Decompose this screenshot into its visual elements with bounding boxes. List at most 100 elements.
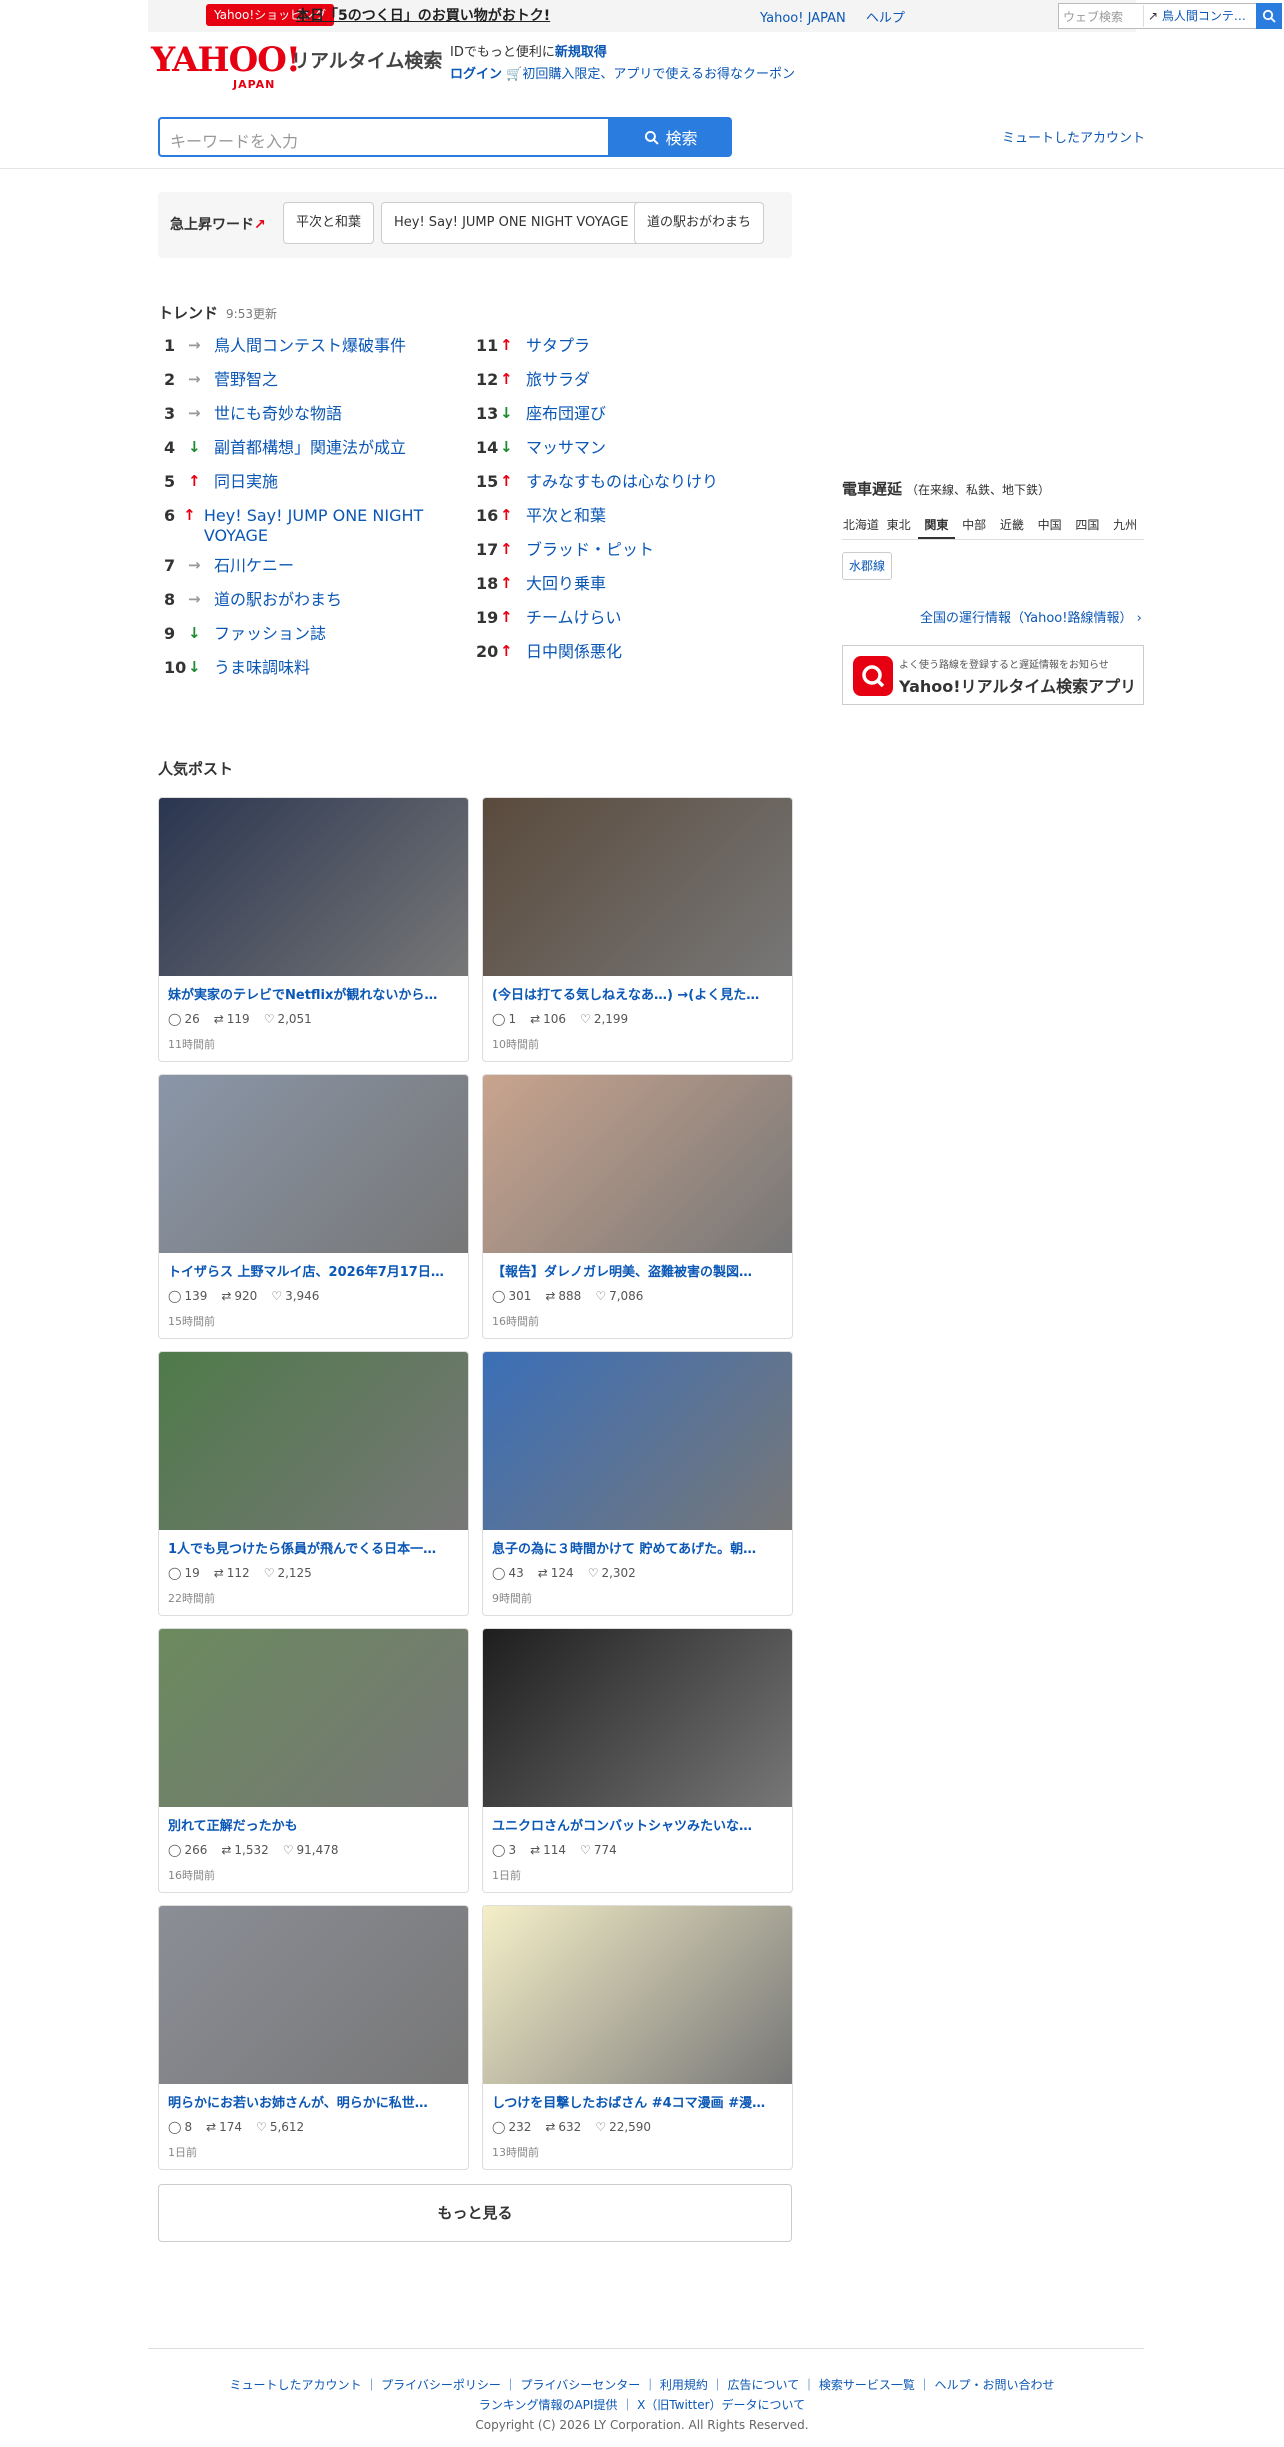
like-count[interactable]: ♡ 22,590 — [595, 2120, 651, 2134]
more-button[interactable]: もっと見る — [158, 2184, 792, 2242]
like-count[interactable]: ♡ 5,612 — [256, 2120, 304, 2134]
repost-count[interactable]: ⇄ 888 — [545, 1289, 581, 1303]
post-card[interactable]: トイザらス 上野マルイ店、2026年7月17日… ◯ 139 ⇄ 920 ♡ 3,946 15… — [158, 1074, 469, 1339]
trend-item[interactable]: 3 → 世にも奇妙な物語 — [164, 404, 434, 434]
trend-word[interactable]: ブラッド・ピット — [526, 540, 654, 560]
trend-word[interactable]: 平次と和葉 — [526, 506, 606, 526]
repost-count[interactable]: ⇄ 124 — [538, 1566, 574, 1580]
rising-chip[interactable]: 平次と和葉 — [283, 202, 375, 244]
trend-item[interactable]: 19 ↑ チームけらい — [476, 608, 796, 638]
trend-word[interactable]: サタプラ — [526, 336, 590, 356]
post-card[interactable]: 息子の為に３時間かけて 貯めてあげた。朝… ◯ 43 ⇄ 124 ♡ 2,302 9時間前 — [482, 1351, 793, 1616]
trend-word[interactable]: 座布団運び — [526, 404, 606, 424]
reply-count[interactable]: ◯ 1 — [492, 1012, 516, 1026]
rail-info-link[interactable]: 全国の運行情報（Yahoo!路線情報） › — [920, 607, 1142, 626]
repost-count[interactable]: ⇄ 632 — [545, 2120, 581, 2134]
trend-word[interactable]: マッサマン — [526, 438, 606, 458]
footer-links-2[interactable]: ランキング情報のAPI提供 ｜ X（旧Twitter）データについて — [0, 2395, 1284, 2415]
tab-region[interactable]: 北海道 — [842, 512, 880, 539]
trend-item[interactable]: 18 ↑ 大回り乗車 — [476, 574, 796, 604]
like-count[interactable]: ♡ 2,302 — [588, 1566, 636, 1580]
like-count[interactable]: ♡ 7,086 — [595, 1289, 643, 1303]
trend-word[interactable]: 世にも奇妙な物語 — [214, 404, 342, 424]
post-image[interactable] — [483, 1629, 792, 1807]
like-count[interactable]: ♡ 2,125 — [264, 1566, 312, 1580]
reply-count[interactable]: ◯ 8 — [168, 2120, 192, 2134]
like-count[interactable]: ♡ 91,478 — [283, 1843, 339, 1857]
footer-links[interactable]: ミュートしたアカウント ｜ プライバシーポリシー ｜ プライバシーセンター ｜ … — [0, 2375, 1284, 2395]
trend-word[interactable]: 副首都構想」関連法が成立 — [214, 438, 406, 458]
trend-item[interactable]: 13 ↓ 座布団運び — [476, 404, 796, 434]
like-count[interactable]: ♡ 774 — [580, 1843, 617, 1857]
post-title[interactable]: (今日は打てる気しねえなあ…) →(よく見た… — [492, 984, 782, 1003]
like-count[interactable]: ♡ 3,946 — [271, 1289, 319, 1303]
trend-word[interactable]: 石川ケニー — [214, 556, 294, 576]
yahoo-japan-link[interactable]: Yahoo! JAPAN — [760, 11, 846, 26]
tab-region[interactable]: 中国 — [1031, 512, 1069, 539]
post-card[interactable]: 1人でも見つけたら係員が飛んでくる日本一… ◯ 19 ⇄ 112 ♡ 2,125 22時間前 — [158, 1351, 469, 1616]
app-banner[interactable]: よく使う路線を登録すると遅延情報をお知らせ Yahoo!リアルタイム検索アプリ — [842, 645, 1144, 705]
repost-count[interactable]: ⇄ 114 — [530, 1843, 566, 1857]
post-title[interactable]: 妹が実家のテレビでNetflixが観れないから… — [168, 984, 458, 1003]
trend-item[interactable]: 7 → 石川ケニー — [164, 556, 434, 586]
web-search-button[interactable] — [1256, 3, 1282, 29]
like-count[interactable]: ♡ 2,199 — [580, 1012, 628, 1026]
trend-word[interactable]: 道の駅おがわまち — [214, 590, 342, 610]
like-count[interactable]: ♡ 2,051 — [264, 1012, 312, 1026]
trend-item[interactable]: 11 ↑ サタプラ — [476, 336, 796, 366]
trend-item[interactable]: 5 ↑ 同日実施 — [164, 472, 434, 502]
post-card[interactable]: 別れて正解だったかも ◯ 266 ⇄ 1,532 ♡ 91,478 16時間前 — [158, 1628, 469, 1893]
trend-item[interactable]: 14 ↓ マッサマン — [476, 438, 796, 468]
trend-word[interactable]: 日中関係悪化 — [526, 642, 622, 662]
rising-chip[interactable]: Hey! Say! JUMP ONE NIGHT VOYAGE — [381, 202, 642, 244]
post-card[interactable]: しつけを目撃したおばさん #4コマ漫画 #漫… ◯ 232 ⇄ 632 ♡ 22,590 13… — [482, 1905, 793, 2170]
post-title[interactable]: 別れて正解だったかも — [168, 1815, 458, 1834]
trend-item[interactable]: 16 ↑ 平次と和葉 — [476, 506, 796, 536]
post-image[interactable] — [159, 1906, 468, 2084]
post-title[interactable]: ユニクロさんがコンバットシャツみたいな… — [492, 1815, 782, 1834]
trend-item[interactable]: 8 → 道の駅おがわまち — [164, 590, 434, 620]
tab-region-active[interactable]: 関東 — [917, 512, 956, 539]
reply-count[interactable]: ◯ 139 — [168, 1289, 207, 1303]
trend-item[interactable]: 15 ↑ すみなすものは心なりけり — [476, 472, 796, 502]
trend-item[interactable]: 2 → 菅野智之 — [164, 370, 434, 400]
post-title[interactable]: 1人でも見つけたら係員が飛んでくる日本一… — [168, 1538, 458, 1557]
repost-count[interactable]: ⇄ 119 — [214, 1012, 250, 1026]
yahoo-logo[interactable]: YAHOO! JAPAN リアルタイム検索 — [151, 40, 442, 91]
muted-accounts-link[interactable]: ミュートしたアカウント — [1002, 127, 1145, 146]
post-card[interactable]: (今日は打てる気しねえなあ…) →(よく見た… ◯ 1 ⇄ 106 ♡ 2,199 10時間前 — [482, 797, 793, 1062]
signup-link[interactable]: 新規取得 — [555, 45, 607, 60]
tab-region[interactable]: 東北 — [880, 512, 918, 539]
trend-item[interactable]: 1 → 鳥人間コンテスト爆破事件 — [164, 336, 434, 366]
tab-region[interactable]: 四国 — [1069, 512, 1107, 539]
trend-word[interactable]: チームけらい — [526, 608, 622, 628]
repost-count[interactable]: ⇄ 920 — [221, 1289, 257, 1303]
trend-item[interactable]: 9 ↓ ファッション誌 — [164, 624, 434, 654]
post-title[interactable]: 【報告】ダレノガレ明美、盗難被害の製図… — [492, 1261, 782, 1280]
trend-word[interactable]: Hey! Say! JUMP ONE NIGHT VOYAGE — [204, 506, 434, 546]
post-card[interactable]: 明らかにお若いお姉さんが、明らかに私世… ◯ 8 ⇄ 174 ♡ 5,612 1日前 — [158, 1905, 469, 2170]
web-search-trend[interactable]: ↗ 鳥人間コンテ… — [1143, 5, 1255, 27]
trend-word[interactable]: すみなすものは心なりけり — [526, 472, 718, 492]
post-title[interactable]: 明らかにお若いお姉さんが、明らかに私世… — [168, 2092, 458, 2111]
trend-item[interactable]: 6 ↑ Hey! Say! JUMP ONE NIGHT VOYAGE — [164, 506, 434, 545]
reply-count[interactable]: ◯ 26 — [168, 1012, 200, 1026]
post-image[interactable] — [483, 1352, 792, 1530]
delayed-line[interactable]: 水郡線 — [842, 552, 893, 580]
post-title[interactable]: しつけを目撃したおばさん #4コマ漫画 #漫… — [492, 2092, 782, 2111]
repost-count[interactable]: ⇄ 174 — [206, 2120, 242, 2134]
tab-region[interactable]: 九州 — [1106, 512, 1144, 539]
trend-item[interactable]: 12 ↑ 旅サラダ — [476, 370, 796, 400]
web-search-input[interactable]: ウェブ検索 — [1063, 8, 1123, 25]
reply-count[interactable]: ◯ 3 — [492, 1843, 516, 1857]
post-image[interactable] — [483, 1075, 792, 1253]
post-title[interactable]: 息子の為に３時間かけて 貯めてあげた。朝… — [492, 1538, 782, 1557]
search-button[interactable]: 検索 — [610, 117, 732, 157]
post-image[interactable] — [483, 798, 792, 976]
post-card[interactable]: 【報告】ダレノガレ明美、盗難被害の製図… ◯ 301 ⇄ 888 ♡ 7,086 16時間前 — [482, 1074, 793, 1339]
trend-item[interactable]: 17 ↑ ブラッド・ピット — [476, 540, 796, 570]
trend-word[interactable]: 同日実施 — [214, 472, 278, 492]
post-card[interactable]: 妹が実家のテレビでNetflixが観れないから… ◯ 26 ⇄ 119 ♡ 2,051 11時… — [158, 797, 469, 1062]
trend-word[interactable]: ファッション誌 — [214, 624, 326, 644]
post-image[interactable] — [159, 1075, 468, 1253]
